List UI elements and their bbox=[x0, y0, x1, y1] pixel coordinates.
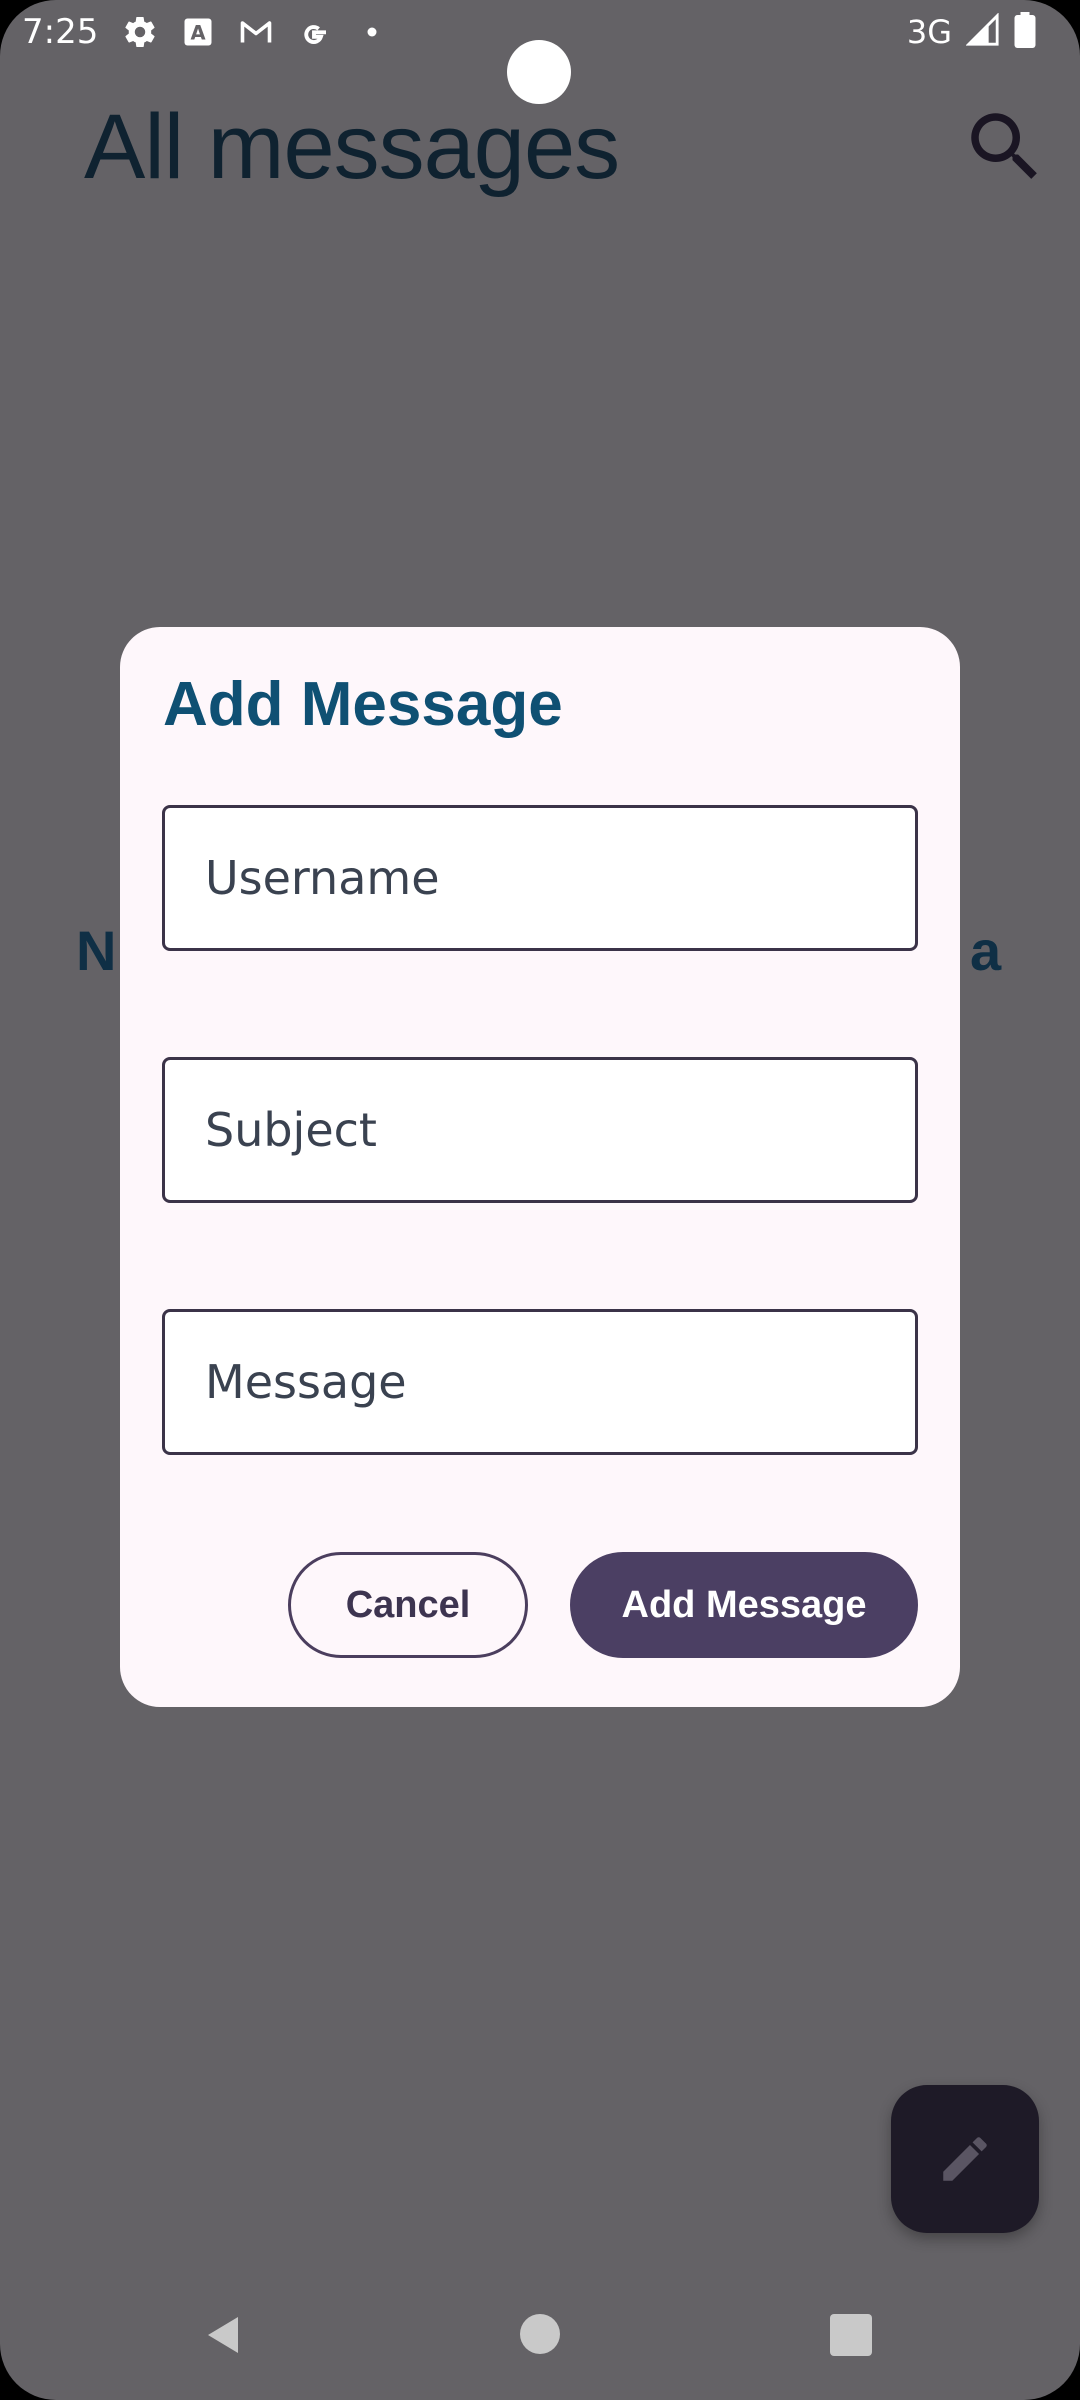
dialog-title: Add Message bbox=[163, 670, 563, 739]
search-icon bbox=[971, 113, 1037, 179]
background-text-right: a bbox=[970, 919, 1002, 982]
status-right: 3G bbox=[907, 12, 1036, 52]
username-input[interactable] bbox=[205, 851, 915, 905]
cancel-button-label: Cancel bbox=[345, 1583, 471, 1626]
message-input[interactable] bbox=[205, 1355, 915, 1409]
home-icon[interactable] bbox=[520, 2314, 560, 2354]
battery-icon bbox=[1014, 12, 1036, 52]
status-notification-icons: A bbox=[122, 14, 390, 50]
google-icon bbox=[296, 14, 332, 50]
back-icon[interactable] bbox=[200, 2310, 248, 2360]
dot-icon bbox=[354, 14, 390, 50]
search-button[interactable] bbox=[960, 102, 1050, 192]
add-message-dialog: Add Message Cancel Add Message bbox=[120, 627, 960, 1707]
subject-field[interactable] bbox=[162, 1057, 918, 1203]
settings-icon bbox=[122, 14, 158, 50]
add-message-button[interactable]: Add Message bbox=[570, 1552, 918, 1658]
signal-icon bbox=[965, 12, 1000, 51]
screen: 7:25 A 3G All messages N a Add Message U… bbox=[0, 0, 1080, 2400]
username-field[interactable] bbox=[162, 805, 918, 951]
status-time: 7:25 bbox=[22, 12, 99, 52]
gmail-icon bbox=[238, 14, 274, 50]
edit-pencil-icon bbox=[943, 2137, 987, 2181]
svg-text:A: A bbox=[190, 22, 205, 45]
cancel-button[interactable]: Cancel bbox=[288, 1552, 528, 1658]
background-text-left: N bbox=[76, 919, 117, 982]
network-type: 3G bbox=[906, 13, 952, 51]
system-nav-bar bbox=[0, 2290, 1080, 2380]
a-badge-icon: A bbox=[180, 14, 216, 50]
subject-input[interactable] bbox=[205, 1103, 915, 1157]
compose-fab[interactable] bbox=[891, 2085, 1039, 2233]
message-field[interactable] bbox=[162, 1309, 918, 1455]
add-message-button-label: Add Message bbox=[621, 1583, 867, 1626]
page-title: All messages bbox=[84, 96, 620, 198]
recents-icon[interactable] bbox=[830, 2314, 872, 2356]
